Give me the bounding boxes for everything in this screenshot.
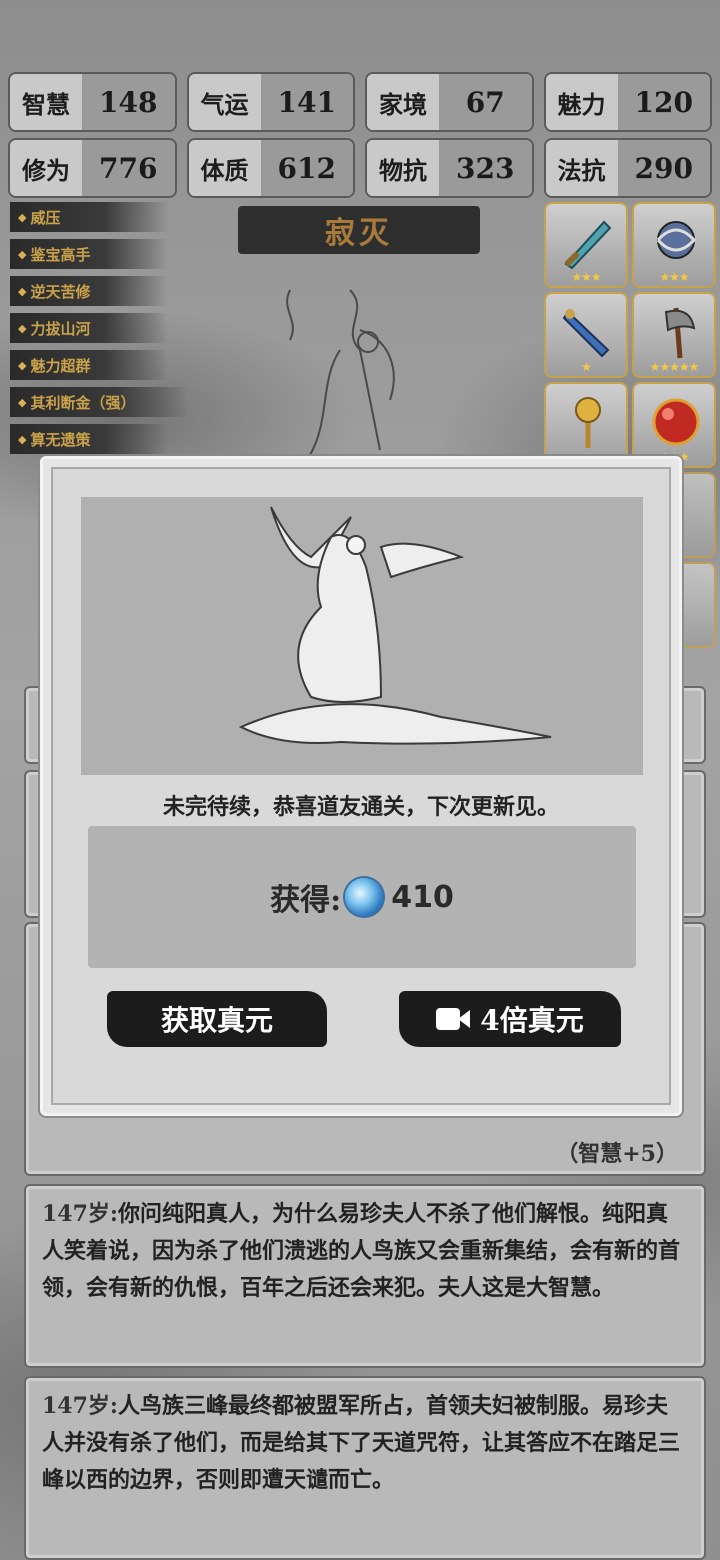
story-text: 人鸟族三峰最终都被盟军所占，首领夫妇被制服。易珍夫人并没有杀了他们，而是给其下了… bbox=[42, 1393, 681, 1493]
stat-value: 120 bbox=[617, 74, 710, 130]
trait-item[interactable]: ◆ 鉴宝高手 bbox=[10, 239, 168, 269]
stat-wisdom: 智慧 148 bbox=[8, 72, 177, 132]
trait-label: 力拔山河 bbox=[30, 319, 91, 338]
character-sketch-icon bbox=[286, 289, 395, 456]
diamond-icon: ◆ bbox=[18, 247, 27, 261]
spirit-gem-icon bbox=[345, 878, 384, 916]
diamond-icon: ◆ bbox=[18, 395, 27, 409]
stat-constitution: 体质 612 bbox=[186, 138, 355, 198]
story-age: 147岁: bbox=[42, 1393, 119, 1419]
golden-staff-icon bbox=[575, 397, 601, 448]
stat-label: 魅力 bbox=[545, 74, 618, 130]
red-orb-icon bbox=[652, 398, 700, 446]
diamond-icon: ◆ bbox=[18, 210, 27, 224]
stat-luck: 气运 141 bbox=[186, 72, 355, 132]
axe-icon bbox=[664, 307, 696, 359]
stat-label: 物抗 bbox=[367, 140, 439, 196]
claim-reward-button[interactable]: 获取真元 bbox=[107, 991, 327, 1047]
trait-item[interactable]: ◆ 威压 bbox=[10, 202, 168, 232]
stat-value: 612 bbox=[260, 140, 353, 196]
diamond-icon: ◆ bbox=[18, 321, 27, 335]
watch-video-label: 4倍真元 bbox=[480, 1004, 584, 1037]
stat-bonus-text: （智慧+5） bbox=[556, 1141, 678, 1167]
stat-charm: 魅力 120 bbox=[543, 72, 712, 132]
stat-value: 776 bbox=[82, 140, 175, 196]
reward-value: 410 bbox=[391, 879, 454, 915]
stat-cultivation: 修为 776 bbox=[8, 138, 177, 198]
character-title: 寂灭 bbox=[325, 216, 393, 251]
completion-message: 未完待续，恭喜道友通关，下次更新见。 bbox=[162, 794, 559, 820]
star-rating: ★★★★★ bbox=[649, 360, 700, 374]
stat-label: 气运 bbox=[188, 74, 261, 130]
diamond-icon: ◆ bbox=[18, 432, 27, 446]
stat-label: 家境 bbox=[367, 74, 439, 130]
trait-label: 其利断金（强） bbox=[30, 393, 136, 412]
stat-physical-resist: 物抗 323 bbox=[365, 138, 534, 198]
stat-value: 148 bbox=[82, 74, 175, 130]
trait-label: 威压 bbox=[30, 208, 61, 227]
trait-item[interactable]: ◆ 逆天苦修 bbox=[10, 276, 168, 306]
story-panel: 147岁:人鸟族三峰最终都被盟军所占，首领夫妇被制服。易珍夫人并没有杀了他们，而… bbox=[24, 1376, 706, 1560]
trait-label: 鉴宝高手 bbox=[30, 245, 91, 264]
reward-label: 获得: bbox=[270, 883, 342, 918]
stat-value: 67 bbox=[439, 74, 532, 130]
trait-item[interactable]: ◆ 其利断金（强） bbox=[10, 387, 188, 417]
trait-label: 魅力超群 bbox=[30, 356, 91, 375]
diamond-icon: ◆ bbox=[18, 284, 27, 298]
immortal-with-cranes-icon bbox=[238, 506, 552, 745]
stats-grid: 智慧 148 气运 141 家境 67 魅力 120 修为 776 体质 612 物抗 323… bbox=[8, 72, 712, 198]
story-text: 你问纯阳真人，为什么易珍夫人不杀了他们解恨。纯阳真人笑着说，因为杀了他们溃逃的人… bbox=[42, 1201, 681, 1301]
sword-icon bbox=[564, 220, 612, 270]
stat-label: 智慧 bbox=[10, 74, 82, 130]
trait-label: 逆天苦修 bbox=[30, 282, 91, 301]
watch-video-4x-button[interactable]: 4倍真元 bbox=[399, 991, 621, 1047]
dragon-orb-icon bbox=[656, 221, 697, 259]
stat-magic-resist: 法抗 290 bbox=[543, 138, 712, 198]
trait-item[interactable]: ◆ 算无遗策 bbox=[10, 424, 168, 454]
stat-family: 家境 67 bbox=[365, 72, 534, 132]
illustration bbox=[81, 497, 643, 775]
character-title-banner: 寂灭 bbox=[238, 206, 480, 254]
trait-item[interactable]: ◆ 魅力超群 bbox=[10, 350, 168, 380]
story-age: 147岁: bbox=[42, 1201, 119, 1227]
equipment-slot[interactable]: ★★★ bbox=[544, 202, 628, 288]
star-rating: ★★★ bbox=[659, 270, 689, 284]
equipment-slot[interactable]: ★★★★★ bbox=[632, 292, 716, 378]
story-panel: 147岁:你问纯阳真人，为什么易珍夫人不杀了他们解恨。纯阳真人笑着说，因为杀了他… bbox=[24, 1184, 706, 1368]
claim-reward-label: 获取真元 bbox=[160, 1004, 273, 1037]
diamond-icon: ◆ bbox=[18, 358, 27, 372]
stat-label: 体质 bbox=[188, 140, 261, 196]
equipment-slot[interactable]: ★★★ bbox=[632, 202, 716, 288]
star-rating: ★ bbox=[581, 360, 592, 374]
dagger-icon bbox=[562, 309, 610, 358]
trait-label: 算无遗策 bbox=[30, 430, 91, 449]
equipment-slot[interactable]: ★ bbox=[544, 292, 628, 378]
completion-dialog: 未完待续，恭喜道友通关，下次更新见。 获得: 410 获取真元 4倍真元 bbox=[40, 456, 682, 1116]
trait-list: ◆ 威压 ◆ 鉴宝高手 ◆ 逆天苦修 ◆ 力拔山河 ◆ 魅力超群 ◆ 其利断金（强） ◆ 算无… bbox=[10, 202, 210, 461]
reward-box: 获得: 410 bbox=[88, 826, 636, 968]
stat-value: 141 bbox=[260, 74, 353, 130]
story-entry: 147岁:人鸟族三峰最终都被盟军所占，首领夫妇被制服。易珍夫人并没有杀了他们，而… bbox=[26, 1378, 704, 1509]
stat-value: 290 bbox=[617, 140, 710, 196]
stat-value: 323 bbox=[439, 140, 532, 196]
star-rating: ★★★ bbox=[571, 270, 601, 284]
stat-label: 修为 bbox=[10, 140, 82, 196]
video-camera-icon bbox=[436, 1006, 471, 1032]
trait-item[interactable]: ◆ 力拔山河 bbox=[10, 313, 168, 343]
story-entry: 147岁:你问纯阳真人，为什么易珍夫人不杀了他们解恨。纯阳真人笑着说，因为杀了他… bbox=[26, 1186, 704, 1317]
stat-label: 法抗 bbox=[545, 140, 618, 196]
